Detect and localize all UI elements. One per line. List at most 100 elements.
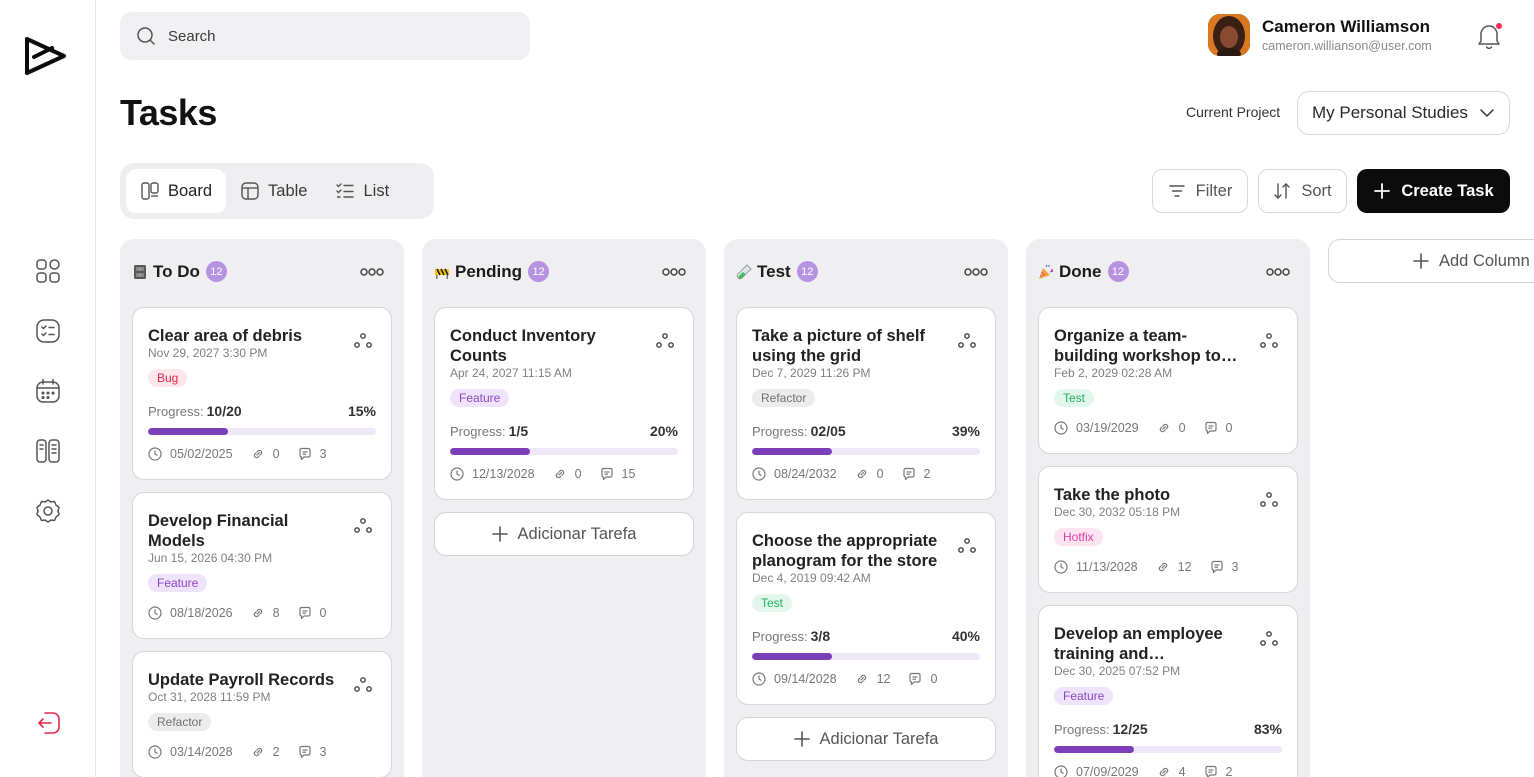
card-comments-count: 3 xyxy=(319,745,327,759)
column-count-badge: 12 xyxy=(1107,261,1129,282)
app-logo-icon[interactable] xyxy=(24,33,68,79)
progress-count: 3/8 xyxy=(810,628,831,644)
card-options-icon[interactable] xyxy=(1259,491,1279,509)
link-icon xyxy=(857,674,866,684)
task-card[interactable]: Conduct Inventory Counts Apr 24, 2027 11… xyxy=(434,307,694,500)
card-date: Feb 2, 2029 02:28 AM xyxy=(1054,366,1173,380)
create-task-button[interactable]: Create Task xyxy=(1357,169,1510,213)
card-options-icon[interactable] xyxy=(1259,332,1279,350)
clock-icon xyxy=(752,467,766,481)
card-title: Develop an employee training and develop… xyxy=(1054,625,1223,663)
more-horizontal-icon[interactable] xyxy=(360,265,384,279)
card-meta: 08/24/2032 0 2 xyxy=(752,467,948,481)
link-icon xyxy=(253,608,262,618)
tab-list[interactable]: List xyxy=(321,169,403,213)
task-card[interactable]: Develop an employee training and develop… xyxy=(1038,605,1298,777)
task-card[interactable]: Clear area of debris Nov 29, 2027 3:30 P… xyxy=(132,307,392,480)
notebook-icon xyxy=(36,439,60,463)
card-options-icon[interactable] xyxy=(957,332,977,350)
card-title: Clear area of debris xyxy=(148,327,303,345)
card-options-icon[interactable] xyxy=(655,332,675,350)
sort-button[interactable]: Sort xyxy=(1258,169,1347,213)
task-card[interactable]: Organize a team-building workshop to imp… xyxy=(1038,307,1298,454)
more-horizontal-icon[interactable] xyxy=(1266,265,1290,279)
tab-board[interactable]: Board xyxy=(126,169,227,213)
card-comments-count: 15 xyxy=(621,467,636,481)
card-title: Take a picture of shelf using the grid xyxy=(752,327,925,365)
progress-fill xyxy=(1054,746,1134,753)
progress-fill xyxy=(752,653,832,660)
task-card[interactable]: Update Payroll Records Oct 31, 2028 11:5… xyxy=(132,651,392,777)
card-title: Update Payroll Records xyxy=(148,671,335,689)
card-date: Dec 4, 2019 09:42 AM xyxy=(752,571,871,585)
progress-count: 12/25 xyxy=(1112,721,1148,737)
card-options-icon[interactable] xyxy=(353,517,373,535)
search-bar[interactable] xyxy=(120,12,530,60)
card-comments-count: 0 xyxy=(930,672,938,686)
clock-icon xyxy=(148,745,162,759)
progress-count: 02/05 xyxy=(810,423,846,439)
table-icon xyxy=(241,182,259,200)
card-options-icon[interactable] xyxy=(957,537,977,555)
progress-label: Progress: 02/05 xyxy=(752,423,846,439)
tab-table[interactable]: Table xyxy=(226,169,321,213)
tag-badge: Feature xyxy=(1054,687,1114,705)
sidebar-item-dashboard[interactable] xyxy=(33,256,63,286)
sidebar-item-tasks[interactable] xyxy=(33,316,63,346)
add-task-button[interactable]: Adicionar Tarefa xyxy=(736,717,996,761)
task-card[interactable]: Choose the appropriate planogram for the… xyxy=(736,512,996,705)
column-title: Pending xyxy=(455,261,523,281)
tag-badge: Test xyxy=(1054,389,1095,407)
card-date: Nov 29, 2027 3:30 PM xyxy=(148,346,268,360)
sidebar-item-settings[interactable] xyxy=(33,496,63,526)
tab-table-label: Table xyxy=(268,181,308,200)
card-date: Apr 24, 2027 11:15 AM xyxy=(450,366,572,380)
add-column-button[interactable]: Add Column xyxy=(1328,239,1534,283)
card-title: Organize a team-building workshop to imp… xyxy=(1054,327,1221,365)
card-links-count: 0 xyxy=(574,467,582,481)
task-card[interactable]: Develop Financial Models Jun 15, 2026 04… xyxy=(132,492,392,639)
project-select[interactable]: My Personal Studies xyxy=(1297,91,1510,135)
user-profile[interactable]: Cameron Williamson cameron.willianson@us… xyxy=(1208,14,1432,56)
filter-button[interactable]: Filter xyxy=(1152,169,1248,213)
construction-icon xyxy=(435,268,449,279)
link-icon xyxy=(857,469,866,479)
tag-badge: Test xyxy=(752,594,793,612)
progress-fill xyxy=(450,448,530,455)
column-todo: To Do 12 Clear area of debris Nov 29, 20… xyxy=(120,239,404,777)
card-links-count: 0 xyxy=(1178,421,1186,435)
progress-count: 1/5 xyxy=(508,423,529,439)
card-due-date: 09/14/2028 xyxy=(774,672,837,686)
more-horizontal-icon[interactable] xyxy=(662,265,686,279)
card-links-count: 12 xyxy=(1177,560,1192,574)
add-task-label: Adicionar Tarefa xyxy=(517,524,637,543)
search-input[interactable] xyxy=(168,27,508,45)
test-tube-icon xyxy=(736,263,752,279)
card-links-count: 12 xyxy=(876,672,891,686)
add-task-button[interactable]: Adicionar Tarefa xyxy=(434,512,694,556)
task-card[interactable]: Take a picture of shelf using the grid D… xyxy=(736,307,996,500)
more-horizontal-icon[interactable] xyxy=(964,265,988,279)
tag-badge: Refactor xyxy=(148,713,212,731)
logout-icon[interactable] xyxy=(35,709,63,737)
card-comments-count: 0 xyxy=(319,606,327,620)
card-meta: 05/02/2025 0 3 xyxy=(148,447,344,461)
sidebar xyxy=(0,0,96,777)
create-task-label: Create Task xyxy=(1401,181,1494,200)
link-icon xyxy=(1159,767,1168,777)
notification-bell-icon[interactable] xyxy=(1476,22,1502,50)
current-project-label: Current Project xyxy=(1186,104,1281,120)
card-options-icon[interactable] xyxy=(1259,630,1279,648)
view-switcher: Board Table List xyxy=(120,163,434,219)
card-title: Develop Financial Models xyxy=(148,512,289,550)
card-due-date: 08/18/2026 xyxy=(170,606,233,620)
sidebar-item-notes[interactable] xyxy=(33,436,63,466)
card-options-icon[interactable] xyxy=(353,676,373,694)
card-comments-count: 0 xyxy=(1225,421,1233,435)
card-links-count: 0 xyxy=(272,447,280,461)
card-options-icon[interactable] xyxy=(353,332,373,350)
task-card[interactable]: Take the photo Dec 30, 2032 05:18 PM Hot… xyxy=(1038,466,1298,593)
card-links-count: 4 xyxy=(1178,765,1186,777)
avatar xyxy=(1208,14,1250,56)
sidebar-item-calendar[interactable] xyxy=(33,376,63,406)
